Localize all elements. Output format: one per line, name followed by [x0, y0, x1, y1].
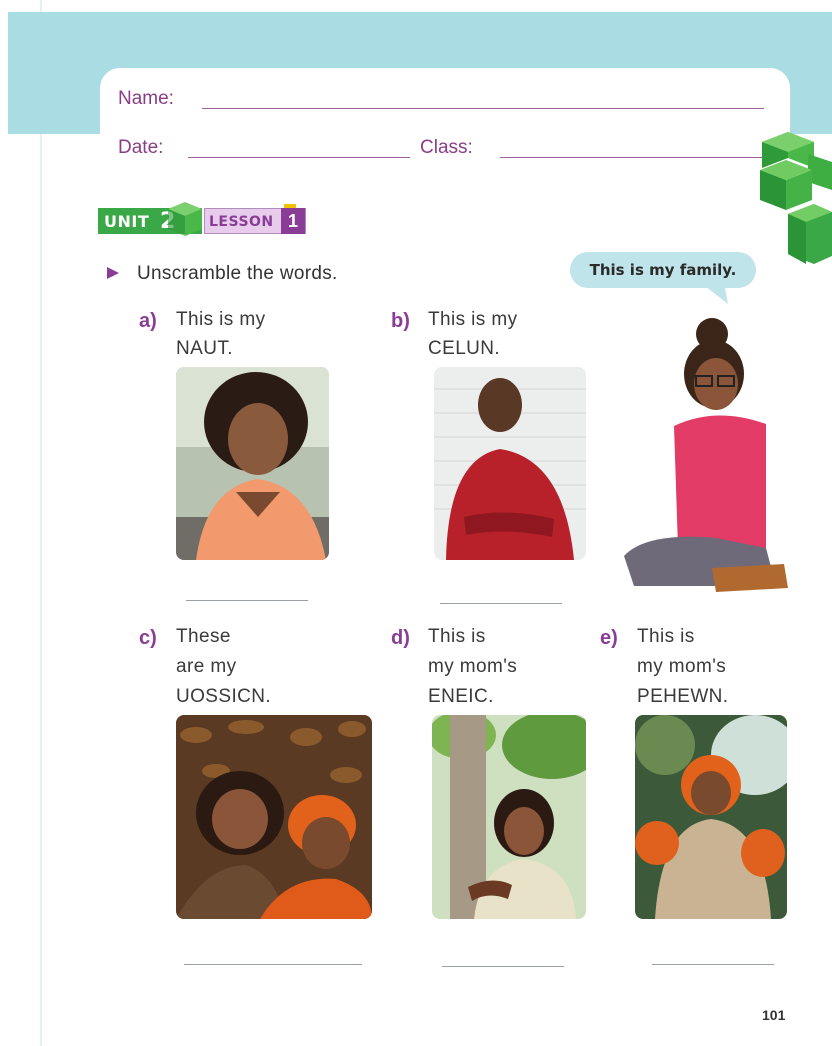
item-e-letter: e) [600, 627, 618, 649]
page-number: 101 [762, 1007, 786, 1023]
item-c-letter: c) [139, 627, 157, 649]
answer-line-e[interactable] [652, 964, 774, 965]
item-e-word: PEHEWN. [637, 686, 729, 707]
photo-cousins [176, 715, 372, 919]
speech-bubble-text: This is my family. [589, 261, 737, 279]
photo-girl-family [616, 316, 794, 602]
instruction-text: Unscramble the words. [137, 263, 338, 284]
photo-uncle [434, 367, 586, 560]
item-d-line-2: my mom's [428, 656, 518, 677]
header-card: Name: Date: Class: [100, 68, 790, 186]
speech-bubble-tail [700, 282, 728, 304]
name-field[interactable] [202, 108, 764, 109]
answer-line-a[interactable] [186, 600, 308, 601]
photo-niece [432, 715, 586, 919]
item-a-letter: a) [139, 310, 157, 332]
unit-cube-icon [168, 202, 202, 236]
answer-line-c[interactable] [184, 964, 362, 965]
answer-line-d[interactable] [442, 966, 564, 967]
date-label: Date: [118, 137, 164, 158]
item-a-line-1: This is my [176, 309, 266, 330]
item-c-line-2: are my [176, 656, 237, 677]
page-spine [40, 0, 42, 1046]
unit-lesson-badge: UNIT 2 LESSON 1 [98, 202, 313, 236]
item-a-word: NAUT. [176, 338, 233, 359]
item-c-line-1: These [176, 626, 231, 647]
cubes-icon [758, 132, 832, 264]
photo-aunt [176, 367, 329, 560]
item-d-word: ENEIC. [428, 686, 494, 707]
item-b-line-1: This is my [428, 309, 518, 330]
item-e-line-1: This is [637, 626, 695, 647]
date-field[interactable] [188, 157, 410, 158]
class-label: Class: [420, 137, 473, 158]
play-arrow-icon [107, 267, 119, 279]
item-d-line-1: This is [428, 626, 486, 647]
lesson-label: LESSON 1 [204, 208, 306, 234]
item-b-letter: b) [391, 310, 410, 332]
name-label: Name: [118, 88, 174, 109]
item-d-letter: d) [391, 627, 410, 649]
item-e-line-2: my mom's [637, 656, 727, 677]
class-field[interactable] [500, 157, 764, 158]
photo-nephew [635, 715, 787, 919]
item-b-word: CELUN. [428, 338, 501, 359]
item-c-word: UOSSICN. [176, 686, 272, 707]
lesson-number: 1 [281, 208, 305, 234]
answer-line-b[interactable] [440, 603, 562, 604]
